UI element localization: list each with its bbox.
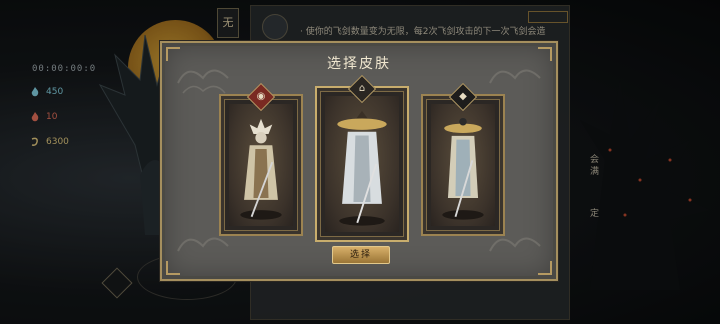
swordsman-figure-icon: [240, 118, 282, 220]
skin-card-3[interactable]: ◆: [421, 82, 505, 236]
skin-portrait: [229, 104, 293, 226]
skin-card-2[interactable]: ⌂: [315, 74, 409, 242]
skin-portrait: [431, 104, 495, 226]
frame-corner: [538, 261, 552, 275]
skin-select-dialog: 选择皮肤 ◉ ⌂ ◆ 选择: [160, 41, 558, 281]
skin-portrait: [325, 96, 399, 232]
lotus-hat-swordsman-figure-icon: [442, 117, 484, 220]
skin-card-1[interactable]: ◉: [219, 82, 303, 236]
dialog-title: 选择皮肤: [327, 56, 391, 72]
frame-corner: [166, 261, 180, 275]
straw-hat-swordsman-figure-icon: [337, 110, 387, 226]
select-button[interactable]: 选择: [332, 246, 390, 264]
